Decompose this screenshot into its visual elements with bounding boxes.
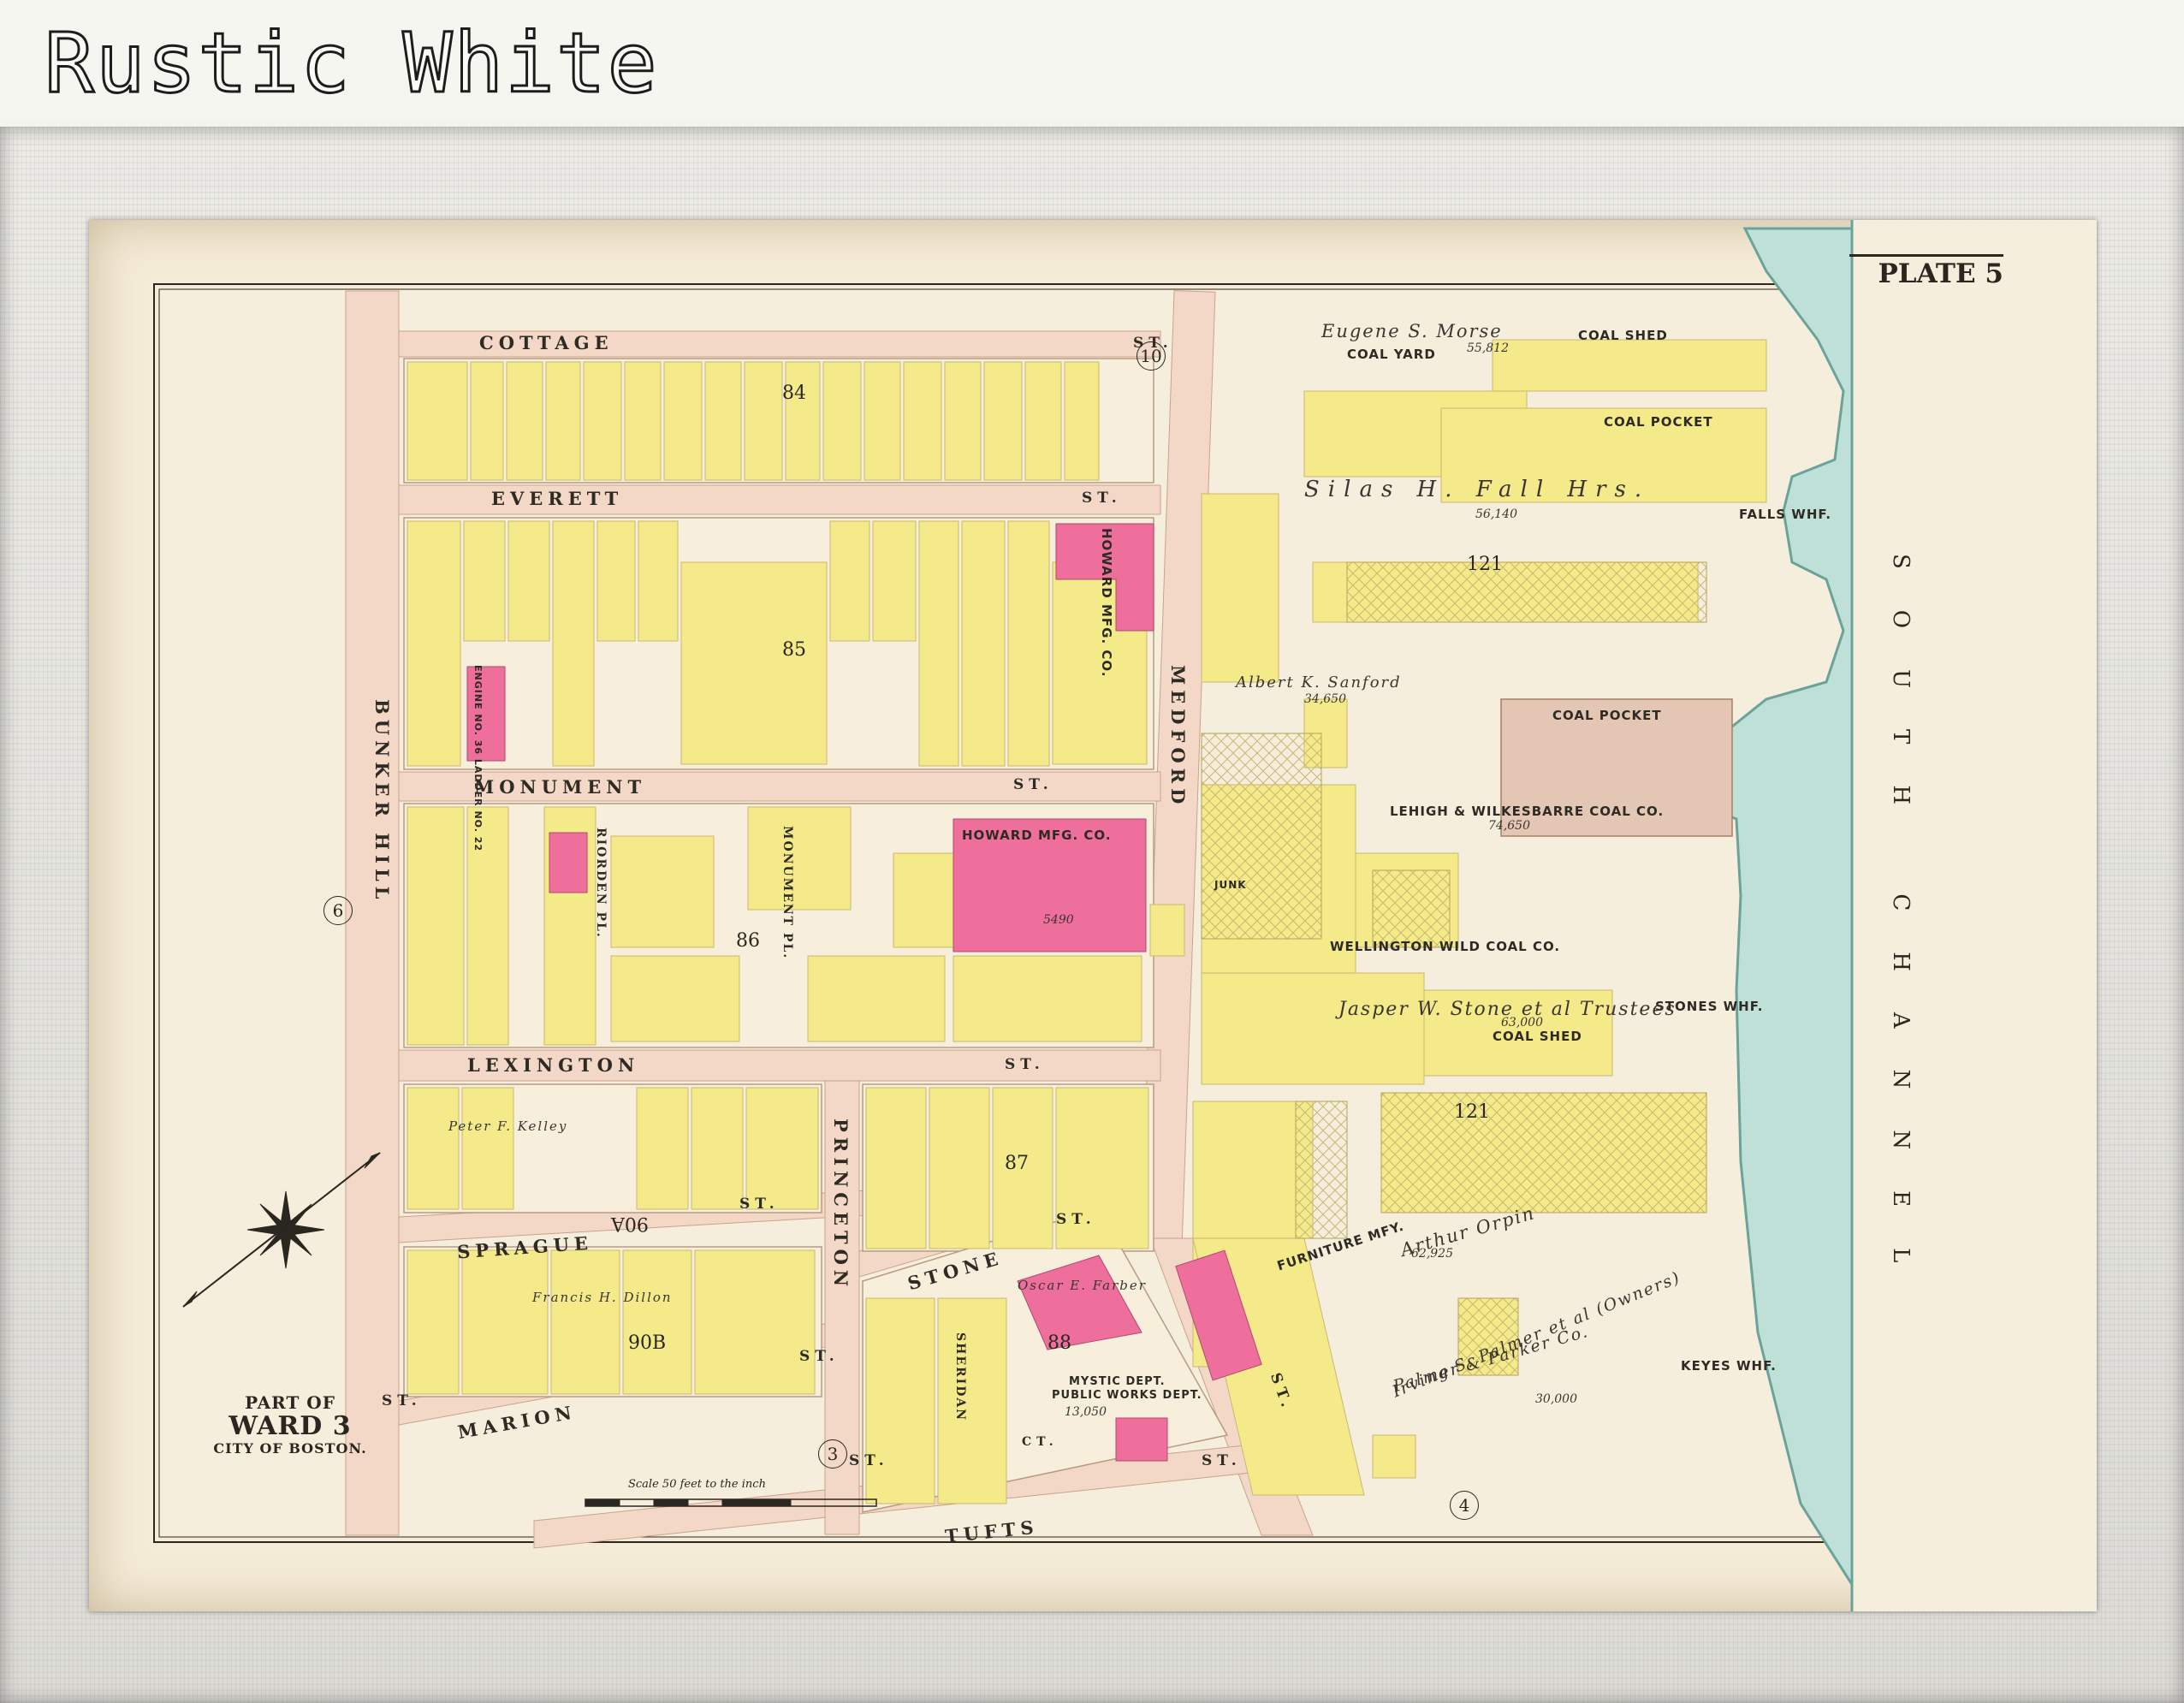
- engine-house: ENGINE NO. 36 LADDER NO. 22: [472, 665, 484, 852]
- coal-yard: COAL YARD: [1347, 347, 1436, 362]
- lehigh-coal-co: LEHIGH & WILKESBARRE COAL CO.: [1390, 804, 1665, 819]
- owner-kelley: Peter F. Kelley: [448, 1119, 568, 1134]
- street-monument: MONUMENT: [474, 776, 647, 798]
- wellington-coal-co: WELLINGTON WILD COAL CO.: [1330, 939, 1561, 954]
- area-stone: 63,000: [1501, 1016, 1543, 1030]
- street-st-2: ST.: [1082, 490, 1122, 507]
- owner-farber: Oscar E. Farber: [1018, 1278, 1147, 1293]
- area-fall: 56,140: [1475, 507, 1517, 521]
- map-sheet: PLATE 5 PART OF WARD 3 CITY OF BOSTON. S…: [89, 220, 2097, 1611]
- public-works-dept: PUBLIC WORKS DEPT.: [1052, 1389, 1202, 1402]
- circled-4: 4: [1450, 1491, 1479, 1520]
- street-sheridan: SHERIDAN: [953, 1332, 967, 1421]
- street-princeton: PRINCETON: [830, 1119, 852, 1292]
- street-cottage: COTTAGE: [479, 332, 614, 353]
- street-lexington: LEXINGTON: [467, 1054, 640, 1076]
- area-lehigh: 74,650: [1488, 819, 1530, 833]
- street-everett: EVERETT: [491, 488, 624, 509]
- block-number-88: 88: [1047, 1332, 1071, 1354]
- owner-morse: Eugene S. Morse: [1321, 321, 1503, 341]
- banner-title: Rustic White: [44, 15, 659, 113]
- area-morse: 55,812: [1467, 341, 1509, 355]
- ward-city: CITY OF BOSTON.: [213, 1440, 367, 1457]
- street-st-9: ST.: [382, 1392, 422, 1409]
- block-number-121-south: 121: [1454, 1101, 1490, 1123]
- street-st-7: ST.: [1202, 1452, 1242, 1469]
- block-number-90a: 90A: [611, 1213, 649, 1234]
- street-st-6: ST.: [799, 1348, 840, 1365]
- circled-block-10: 10: [1137, 341, 1166, 371]
- street-st-8: ST.: [1056, 1211, 1096, 1228]
- street-riorden-pl: RIORDEN PL.: [594, 828, 608, 939]
- banner: Rustic White: [0, 0, 2184, 120]
- street-st-4: ST.: [1005, 1056, 1045, 1073]
- howard-mfg-north: HOWARD MFG. CO.: [1099, 528, 1114, 678]
- coal-shed-north: COAL SHED: [1578, 328, 1668, 343]
- area-mystic: 13,050: [1065, 1405, 1107, 1419]
- mystic-dept: MYSTIC DEPT.: [1069, 1375, 1166, 1388]
- owner-sanford: Albert K. Sanford: [1236, 673, 1402, 691]
- coal-shed-south: COAL SHED: [1493, 1029, 1582, 1044]
- block-number-121-north: 121: [1467, 554, 1503, 575]
- street-ct: CT.: [1022, 1435, 1059, 1449]
- coal-pocket-center: COAL POCKET: [1552, 708, 1662, 723]
- keyes-wharf: KEYES WHF.: [1681, 1358, 1777, 1374]
- street-medford: MEDFORD: [1167, 665, 1189, 810]
- scale-caption: Scale 50 feet to the inch: [628, 1478, 766, 1491]
- street-st-11: ST.: [849, 1452, 889, 1469]
- area-orpin: 62,925: [1411, 1247, 1453, 1261]
- street-monument-pl: MONUMENT PL.: [780, 826, 794, 960]
- street-bunker-hill: BUNKER HILL: [371, 699, 393, 905]
- ward-part-of: PART OF: [245, 1392, 335, 1413]
- coal-pocket-north: COAL POCKET: [1604, 414, 1713, 430]
- howard-mfg-south: HOWARD MFG. CO.: [962, 828, 1112, 843]
- street-st-3: ST.: [1013, 776, 1053, 793]
- area-sanford: 34,650: [1304, 692, 1346, 706]
- channel-label: SOUTH CHANNEL: [1888, 554, 1914, 1304]
- ward-cartouche: PART OF WARD 3 CITY OF BOSTON.: [175, 1392, 406, 1457]
- street-st-5: ST.: [739, 1196, 780, 1213]
- ward-name: WARD 3: [228, 1411, 352, 1441]
- area-palmer: 30,000: [1535, 1392, 1577, 1406]
- owner-fall: Silas H. Fall Hrs.: [1304, 477, 1651, 502]
- circled-3-adjacent-6: 6: [323, 896, 353, 925]
- circled-3: 3: [818, 1439, 847, 1469]
- area-howard: 5490: [1043, 913, 1074, 927]
- block-number-84: 84: [782, 383, 806, 404]
- block-number-86: 86: [736, 930, 760, 952]
- owner-dillon: Francis H. Dillon: [532, 1290, 673, 1305]
- falls-wharf: FALLS WHF.: [1739, 507, 1832, 522]
- block-number-87: 87: [1005, 1153, 1029, 1174]
- bunker-hill-street: [345, 290, 400, 1536]
- block-number-85: 85: [782, 639, 806, 661]
- junk-shop: JUNK: [1214, 879, 1247, 891]
- plate-label: PLATE 5: [1849, 254, 2003, 289]
- block-number-90b: 90B: [628, 1332, 667, 1354]
